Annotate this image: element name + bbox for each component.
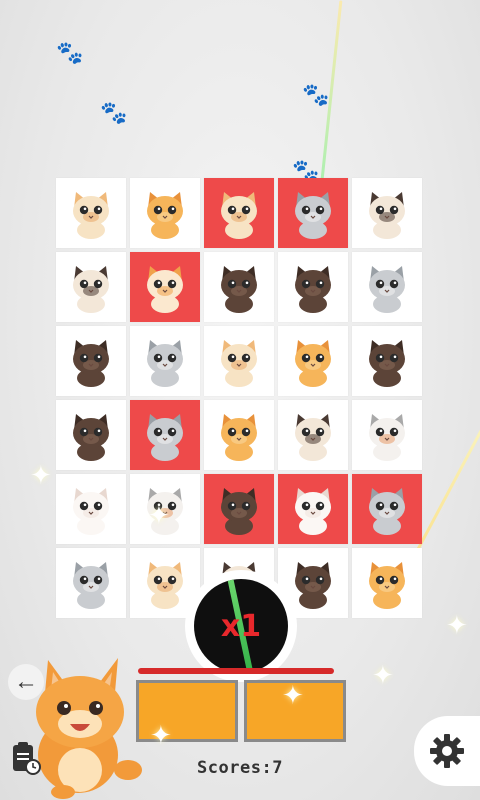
- tile[interactable]: [352, 548, 422, 618]
- tile[interactable]: [278, 252, 348, 322]
- calico-cat-icon: [369, 414, 405, 461]
- gray-tabby-cat-icon: [147, 414, 183, 461]
- sparkle-decoration: ✦: [446, 610, 468, 640]
- gray-tabby-cat-icon: [369, 266, 405, 313]
- tile[interactable]: [56, 548, 126, 618]
- sparkle-decoration: ✦: [30, 460, 52, 490]
- tile[interactable]: [352, 400, 422, 470]
- game-board: [56, 178, 426, 622]
- dark-brown-cat-icon: [295, 266, 331, 313]
- tile[interactable]: [130, 178, 200, 248]
- tile[interactable]: [204, 252, 274, 322]
- paw-print-decoration: 🐾: [302, 82, 330, 107]
- tile[interactable]: [204, 326, 274, 396]
- back-arrow-icon: ←: [14, 668, 38, 695]
- dark-brown-cat-icon: [295, 562, 331, 609]
- dark-brown-cat-icon: [73, 414, 109, 461]
- gray-tabby-cat-icon: [295, 192, 331, 239]
- paw-print-decoration: 🐾: [56, 40, 84, 65]
- tile[interactable]: [130, 326, 200, 396]
- tile[interactable]: [56, 400, 126, 470]
- tile[interactable]: [204, 178, 274, 248]
- timer-dial: x1: [194, 579, 288, 673]
- tile[interactable]: [352, 474, 422, 544]
- back-button[interactable]: ←: [8, 664, 44, 700]
- dark-brown-cat-icon: [221, 266, 257, 313]
- orange-cat-icon: [147, 192, 183, 239]
- paw-print-decoration: 🐾: [100, 100, 128, 125]
- tile[interactable]: [56, 252, 126, 322]
- orange-cat-icon: [221, 414, 257, 461]
- cream-cat-icon: [221, 192, 257, 239]
- sparkle-decoration: ✦: [282, 680, 304, 710]
- white-cat-icon: [295, 488, 331, 535]
- tile[interactable]: [130, 252, 200, 322]
- gray-tabby-cat-icon: [147, 340, 183, 387]
- dark-brown-cat-icon: [221, 488, 257, 535]
- tile[interactable]: [204, 400, 274, 470]
- gray-tabby-cat-icon: [73, 562, 109, 609]
- tile[interactable]: [56, 474, 126, 544]
- white-cat-icon: [73, 488, 109, 535]
- tile[interactable]: [278, 474, 348, 544]
- orange-cat-icon: [369, 562, 405, 609]
- gear-icon: [430, 734, 464, 768]
- multiplier-label: x1: [220, 608, 262, 644]
- dark-brown-cat-icon: [73, 340, 109, 387]
- cream-cat-icon: [73, 192, 109, 239]
- tile[interactable]: [56, 178, 126, 248]
- sparkle-decoration: ✦: [148, 500, 170, 530]
- cream-cat-icon: [221, 340, 257, 387]
- gray-tabby-cat-icon: [369, 488, 405, 535]
- orange-cat-icon: [295, 340, 331, 387]
- orange-white-cat-icon: [147, 266, 183, 313]
- tile[interactable]: [352, 252, 422, 322]
- siamese-cat-icon: [73, 266, 109, 313]
- settings-button[interactable]: [414, 716, 480, 786]
- tile[interactable]: [352, 326, 422, 396]
- timer-progress-bar: [138, 668, 334, 674]
- score-label: Scores:7: [197, 758, 283, 778]
- dark-brown-cat-icon: [369, 340, 405, 387]
- tile[interactable]: [56, 326, 126, 396]
- tile[interactable]: [278, 400, 348, 470]
- tile[interactable]: [130, 400, 200, 470]
- siamese-cat-icon: [369, 192, 405, 239]
- sparkle-decoration: ✦: [150, 720, 172, 750]
- sparkle-decoration: ✦: [372, 660, 394, 690]
- tile[interactable]: [204, 474, 274, 544]
- combo-timer: x1: [185, 570, 297, 682]
- cream-cat-icon: [147, 562, 183, 609]
- siamese-cat-icon: [295, 414, 331, 461]
- tile[interactable]: [278, 326, 348, 396]
- tile[interactable]: [278, 178, 348, 248]
- tile[interactable]: [352, 178, 422, 248]
